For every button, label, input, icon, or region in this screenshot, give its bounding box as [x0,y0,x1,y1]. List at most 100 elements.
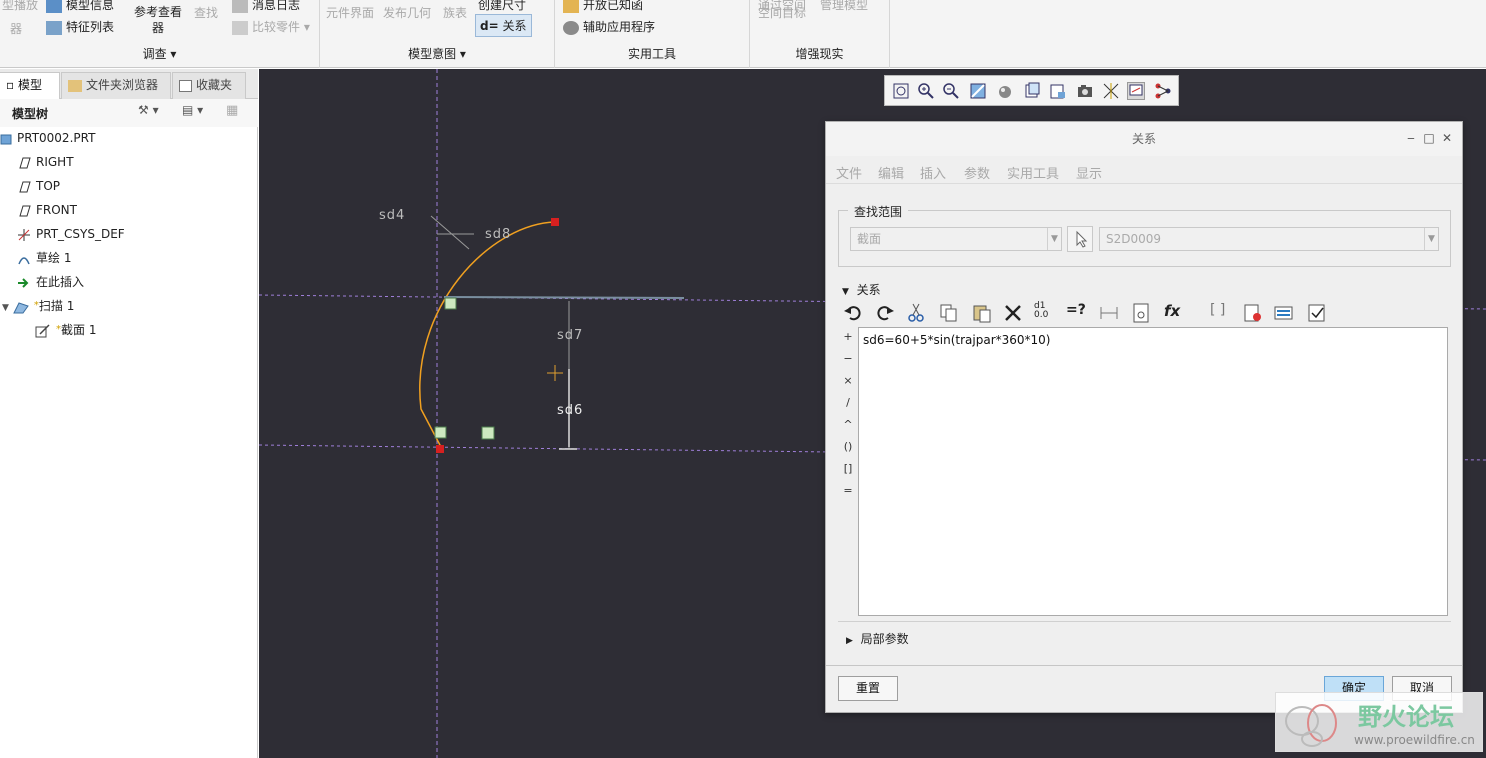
menu-parameters[interactable]: 参数 [964,163,990,182]
ribbon-item-family-table[interactable]: 族表 [443,4,467,21]
tree-item-sketch[interactable]: 草绘 1 [17,247,71,269]
switch-dims-icon[interactable]: d1 0.0 [1034,302,1056,324]
saved-views-icon[interactable] [1023,82,1041,100]
ribbon-item-publish-geometry[interactable]: 发布几何 [383,4,431,21]
close-icon[interactable]: ✕ [1440,131,1454,145]
tree-item-insert-here[interactable]: 在此插入 [17,271,84,293]
paste-icon[interactable] [971,302,993,324]
maximize-icon[interactable]: □ [1422,131,1436,145]
show-dims-icon[interactable] [1098,302,1120,324]
operator-equals[interactable]: = [840,484,856,497]
open-known-label: 开放已知函 [583,0,644,12]
refit-icon[interactable] [892,82,910,100]
view-manager-icon[interactable] [1049,82,1067,100]
dim-sd8[interactable]: sd8 [485,227,511,242]
undo-icon[interactable] [842,302,864,324]
ribbon-item-message-log[interactable]: 消息日志 [232,0,300,13]
menu-utilities[interactable]: 实用工具 [1007,163,1059,182]
ribbon-item-compare-part[interactable]: 比较零件 ▾ [232,18,310,35]
scope-type-value: 截面 [857,232,882,246]
operator-minus[interactable]: − [840,352,856,365]
ribbon-item-space-target[interactable]: 空间目标 [758,4,806,21]
tab-favorites-label: 收藏夹 [196,78,233,92]
ribbon-item-open-known[interactable]: 开放已知函 [563,0,643,13]
operator-parens[interactable]: () [840,440,856,453]
operator-divide[interactable]: / [840,396,856,409]
tree-item-section[interactable]: *截面 1 [35,319,96,341]
ribbon-group-label-investigate[interactable]: 调查 ▾ [0,45,319,62]
delete-icon[interactable] [1002,302,1024,324]
model-info-label: 模型信息 [66,0,115,12]
tree-filter-button[interactable]: ▦ [226,103,238,118]
ribbon-item-feature-list[interactable]: 特征列表 [46,18,114,35]
expand-icon[interactable]: ▼ [2,303,9,313]
scope-name-select[interactable]: S2D0009 ▼ [1099,227,1439,251]
tree-settings-button[interactable]: ⚒ ▾ [138,103,159,117]
cut-icon[interactable] [906,302,928,324]
tree-item-part[interactable]: PRT0002.PRT [0,127,95,149]
brackets-icon[interactable]: [ ] [1210,302,1232,324]
dim-sd4[interactable]: sd4 [379,208,405,223]
watermark-title: 野火论坛 [1358,703,1454,731]
ribbon-item-model-info[interactable]: 模型信息 [46,0,114,13]
ribbon-item-create-dim[interactable]: 创建尺寸 [478,0,526,13]
redo-icon[interactable] [874,302,896,324]
operator-plus[interactable]: + [840,330,856,343]
reset-button[interactable]: 重置 [838,676,898,701]
ribbon-item-relations[interactable]: d= 关系 [475,14,532,37]
message-log-label: 消息日志 [252,0,301,12]
tab-model-tree[interactable]: ▫ 模型树 [0,72,60,117]
menu-show[interactable]: 显示 [1076,163,1102,182]
datum-plane-icon [19,205,31,216]
relations-section-toggle[interactable]: ▼ 关系 [842,281,881,298]
sketcher-display-icon[interactable] [1154,82,1172,100]
zoom-out-icon[interactable] [942,82,960,100]
relations-editor[interactable]: sd6=60+5*sin(trajpar*360*10) [858,327,1448,616]
tree-item-right[interactable]: RIGHT [17,151,74,173]
copy-icon[interactable] [938,302,960,324]
sketch-view-icon[interactable] [1127,82,1145,100]
insert-function-icon[interactable]: fx ▼ [1164,302,1186,336]
verify-icon[interactable] [1306,302,1328,324]
menu-edit[interactable]: 编辑 [878,163,904,182]
operator-multiply[interactable]: × [840,374,856,387]
tree-item-front[interactable]: FRONT [17,199,77,221]
repaint-icon[interactable] [969,82,987,100]
datum-display-icon[interactable] [1102,82,1120,100]
local-params-toggle[interactable]: ▶ 局部参数 [846,630,909,647]
minimize-icon[interactable]: ‒ [1404,131,1418,145]
select-pointer-button[interactable] [1067,226,1093,252]
operator-brackets[interactable]: [] [840,462,856,475]
relation-line[interactable]: sd6=60+5*sin(trajpar*360*10) [863,333,1050,347]
chevron-down-icon: ▼ [1424,228,1438,250]
tree-show-button[interactable]: ▤ ▾ [182,103,203,117]
ribbon-item-aux-apps[interactable]: 辅助应用程序 [563,18,655,35]
operator-power[interactable]: ^ [840,418,856,431]
insert-parameter-icon[interactable] [1130,302,1152,324]
ribbon-item-playback[interactable]: 型播放 [2,0,38,13]
ribbon-item-reference-viewer[interactable]: 参考查看器 [134,4,182,36]
dim-sd7[interactable]: sd7 [557,328,583,343]
evaluate-icon[interactable]: =? [1066,302,1088,324]
dim-sd6[interactable]: sd6 [557,403,583,418]
ribbon-item-component-interface[interactable]: 元件界面 [326,4,374,21]
ribbon-item-manage-model[interactable]: 管理模型 [820,0,868,13]
tab-folder-browser-label: 文件夹浏览器 [86,78,159,92]
zoom-in-icon[interactable] [917,82,935,100]
tree-item-csys[interactable]: PRT_CSYS_DEF [17,223,125,245]
ribbon-group-label-model-intent[interactable]: 模型意图 ▾ [320,45,554,62]
tab-folder-browser[interactable]: 文件夹浏览器 [61,72,171,99]
tree-item-top[interactable]: TOP [17,175,60,197]
ribbon-group-investigate: 型播放 器 模型信息 特征列表 参考查看器 查找 消息日志 比较零件 ▾ 调查 … [0,0,320,68]
sort-relations-icon[interactable] [1273,302,1295,324]
camera-icon[interactable] [1076,82,1094,100]
scope-type-select[interactable]: 截面 ▼ [850,227,1062,251]
display-style-icon[interactable] [996,82,1014,100]
tree-item-sweep[interactable]: ▼ *扫描 1 [2,295,74,317]
insert-unit-icon[interactable] [1242,302,1264,324]
ribbon-item-find[interactable]: 查找 [194,4,218,21]
tab-favorites[interactable]: 收藏夹 [172,72,246,99]
menu-file[interactable]: 文件 [836,163,862,182]
ribbon-item-playback-2[interactable]: 器 [10,20,22,37]
menu-insert[interactable]: 插入 [920,163,946,182]
